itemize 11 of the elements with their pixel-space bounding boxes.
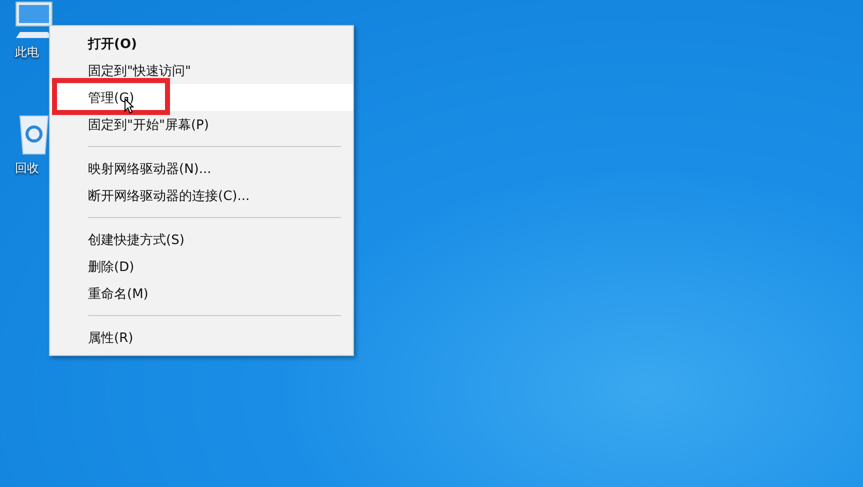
- menu-item[interactable]: 重命名(M): [50, 280, 353, 307]
- menu-item[interactable]: 创建快捷方式(S): [50, 226, 353, 253]
- menu-item[interactable]: 映射网络驱动器(N)...: [50, 155, 353, 182]
- menu-item[interactable]: 固定到"快速访问": [50, 57, 353, 84]
- menu-item[interactable]: 属性(R): [50, 324, 353, 351]
- menu-item[interactable]: 打开(O): [50, 30, 353, 57]
- menu-item[interactable]: 删除(D): [50, 253, 353, 280]
- desktop-icon-label[interactable]: 回收: [15, 160, 39, 177]
- menu-item[interactable]: 固定到"开始"屏幕(P): [50, 111, 353, 138]
- menu-item[interactable]: 断开网络驱动器的连接(C)...: [50, 182, 353, 209]
- desktop-icon-label[interactable]: 此电: [15, 44, 39, 61]
